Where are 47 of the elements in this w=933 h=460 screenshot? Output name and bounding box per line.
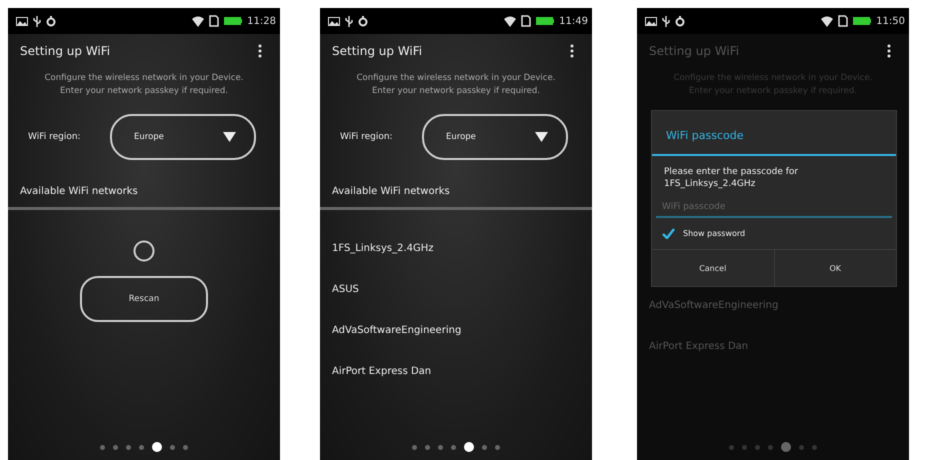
network-item[interactable]: AdVaSoftwareEngineering xyxy=(332,324,592,338)
rescan-button[interactable]: Rescan xyxy=(80,276,208,322)
status-time: 11:49 xyxy=(559,16,588,26)
battery-icon xyxy=(536,17,554,25)
battery-icon xyxy=(853,17,872,25)
section-heading: Available WiFi networks xyxy=(20,186,139,197)
status-time: 11:50 xyxy=(876,16,905,26)
caret-icon xyxy=(223,132,236,142)
usb-icon xyxy=(33,16,41,26)
sim-card-icon xyxy=(838,15,848,27)
region-dropdown[interactable]: Europe xyxy=(110,114,256,160)
region-label: WiFi region: xyxy=(340,132,394,142)
image-icon xyxy=(328,16,340,26)
dialog-button[interactable]: Cancel xyxy=(652,250,774,286)
dialog-button[interactable]: OK xyxy=(774,250,896,286)
network-item[interactable]: ASUS xyxy=(332,283,592,297)
wifi-icon xyxy=(821,16,834,26)
battery-icon xyxy=(224,17,242,25)
section-heading: Available WiFi networks xyxy=(332,186,451,197)
region-dropdown[interactable]: Europe xyxy=(422,114,568,160)
sim-card-icon xyxy=(209,15,220,27)
wifi-icon xyxy=(192,16,204,26)
menu-icon[interactable] xyxy=(570,44,574,58)
usb-icon xyxy=(662,16,670,26)
network-item[interactable]: 1FS_Linksys_2.4GHz xyxy=(332,242,592,256)
wifi-icon xyxy=(504,16,516,26)
image-icon xyxy=(645,16,657,26)
checkmark-icon xyxy=(662,228,675,239)
description-text: Configure the wireless network in your Device. Enter your network passkey if required. xyxy=(44,72,244,98)
menu-icon[interactable] xyxy=(258,44,262,58)
show-password-checkbox[interactable]: Show password xyxy=(652,218,896,249)
image-icon xyxy=(16,16,28,26)
description-text: Configure the wireless network in your Device. Enter your network passkey if required. xyxy=(356,72,556,98)
region-label: WiFi region: xyxy=(28,132,82,142)
dialog-message: Please enter the passcode for 1FS_Linksys_2.4GHz xyxy=(663,166,800,190)
screen-title: Setting up WiFi xyxy=(332,44,422,58)
screen-title: Setting up WiFi xyxy=(20,44,110,58)
usb-icon xyxy=(345,16,353,26)
dialog-title: WiFi passcode xyxy=(652,111,896,156)
sim-card-icon xyxy=(521,15,532,27)
menu-icon[interactable] xyxy=(887,44,891,58)
screen-title: Setting up WiFi xyxy=(649,44,740,58)
passcode-field[interactable]: WiFi passcode xyxy=(656,198,892,218)
caret-icon xyxy=(535,132,548,142)
network-item[interactable]: AirPort Express Dan xyxy=(332,365,592,379)
status-time: 11:28 xyxy=(247,16,276,26)
spinner-icon xyxy=(133,240,155,262)
